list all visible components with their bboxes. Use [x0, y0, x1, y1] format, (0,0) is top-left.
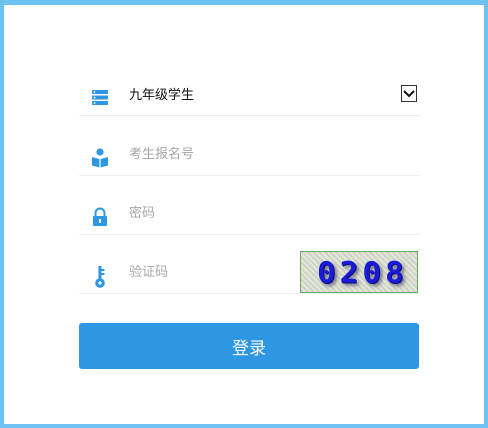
- book-user-icon: [91, 148, 111, 168]
- password-row[interactable]: 密码: [79, 194, 419, 235]
- captcha-row[interactable]: 验证码 0208: [79, 251, 419, 294]
- password-input[interactable]: 密码: [129, 206, 155, 222]
- exam-number-input[interactable]: 考生报名号: [129, 147, 194, 163]
- captcha-text: 0208: [317, 255, 408, 291]
- login-button[interactable]: 登录: [79, 323, 419, 369]
- list-icon: [91, 89, 111, 109]
- key-icon: [91, 265, 111, 288]
- login-frame: 九年级学生 考生报名号 密码 验证码 0208 登录: [0, 0, 488, 428]
- grade-select-value[interactable]: 九年级学生: [129, 88, 194, 104]
- lock-icon: [91, 207, 111, 227]
- chevron-down-icon[interactable]: [401, 85, 417, 102]
- exam-number-row[interactable]: 考生报名号: [79, 135, 419, 176]
- captcha-image[interactable]: 0208: [300, 251, 418, 293]
- captcha-input[interactable]: 验证码: [129, 265, 168, 281]
- grade-select-row[interactable]: 九年级学生: [79, 75, 419, 116]
